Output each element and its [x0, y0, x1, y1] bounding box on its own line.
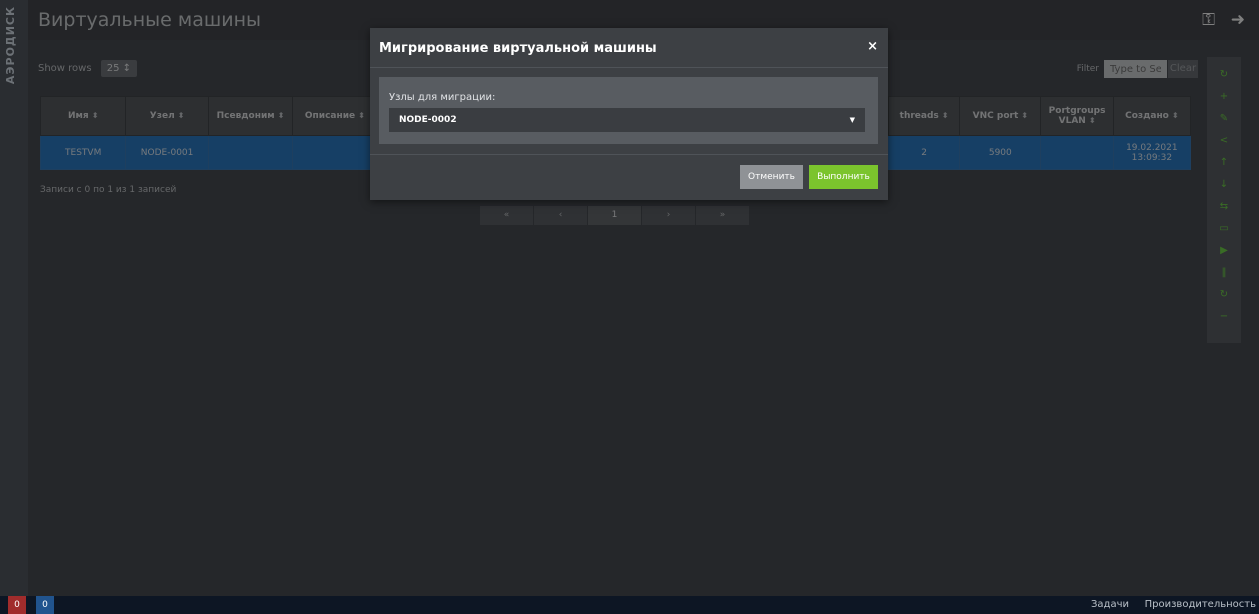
cancel-button[interactable]: Отменить — [740, 165, 803, 189]
divider — [370, 154, 888, 155]
chevron-down-icon: ▼ — [849, 116, 855, 124]
info-count-badge[interactable]: 0 — [36, 596, 54, 614]
divider — [370, 67, 888, 68]
migration-node-select[interactable]: NODE-0002 ▼ — [389, 108, 865, 132]
tasks-link[interactable]: Задачи — [1091, 599, 1129, 610]
error-count-badge[interactable]: 0 — [8, 596, 26, 614]
status-bar: 0 0 Задачи Производительность — [0, 596, 1259, 614]
migration-nodes-label: Узлы для миграции: — [389, 92, 496, 103]
dialog-title: Мигрирование виртуальной машины — [379, 41, 657, 56]
dialog-body: Узлы для миграции: NODE-0002 ▼ — [379, 77, 878, 144]
selected-node-value: NODE-0002 — [399, 115, 457, 125]
execute-button[interactable]: Выполнить — [809, 165, 878, 189]
migrate-vm-dialog: Мигрирование виртуальной машины × Узлы д… — [370, 28, 888, 200]
brand-logo: АЭРОДИСК — [4, 6, 17, 85]
close-icon[interactable]: × — [867, 39, 878, 54]
performance-link[interactable]: Производительность — [1145, 599, 1256, 610]
page: Виртуальные машины ⚿ ➜ Show rows 25 ↕ Fi… — [28, 0, 1259, 596]
brand-sidebar: АЭРОДИСК — [0, 0, 28, 596]
